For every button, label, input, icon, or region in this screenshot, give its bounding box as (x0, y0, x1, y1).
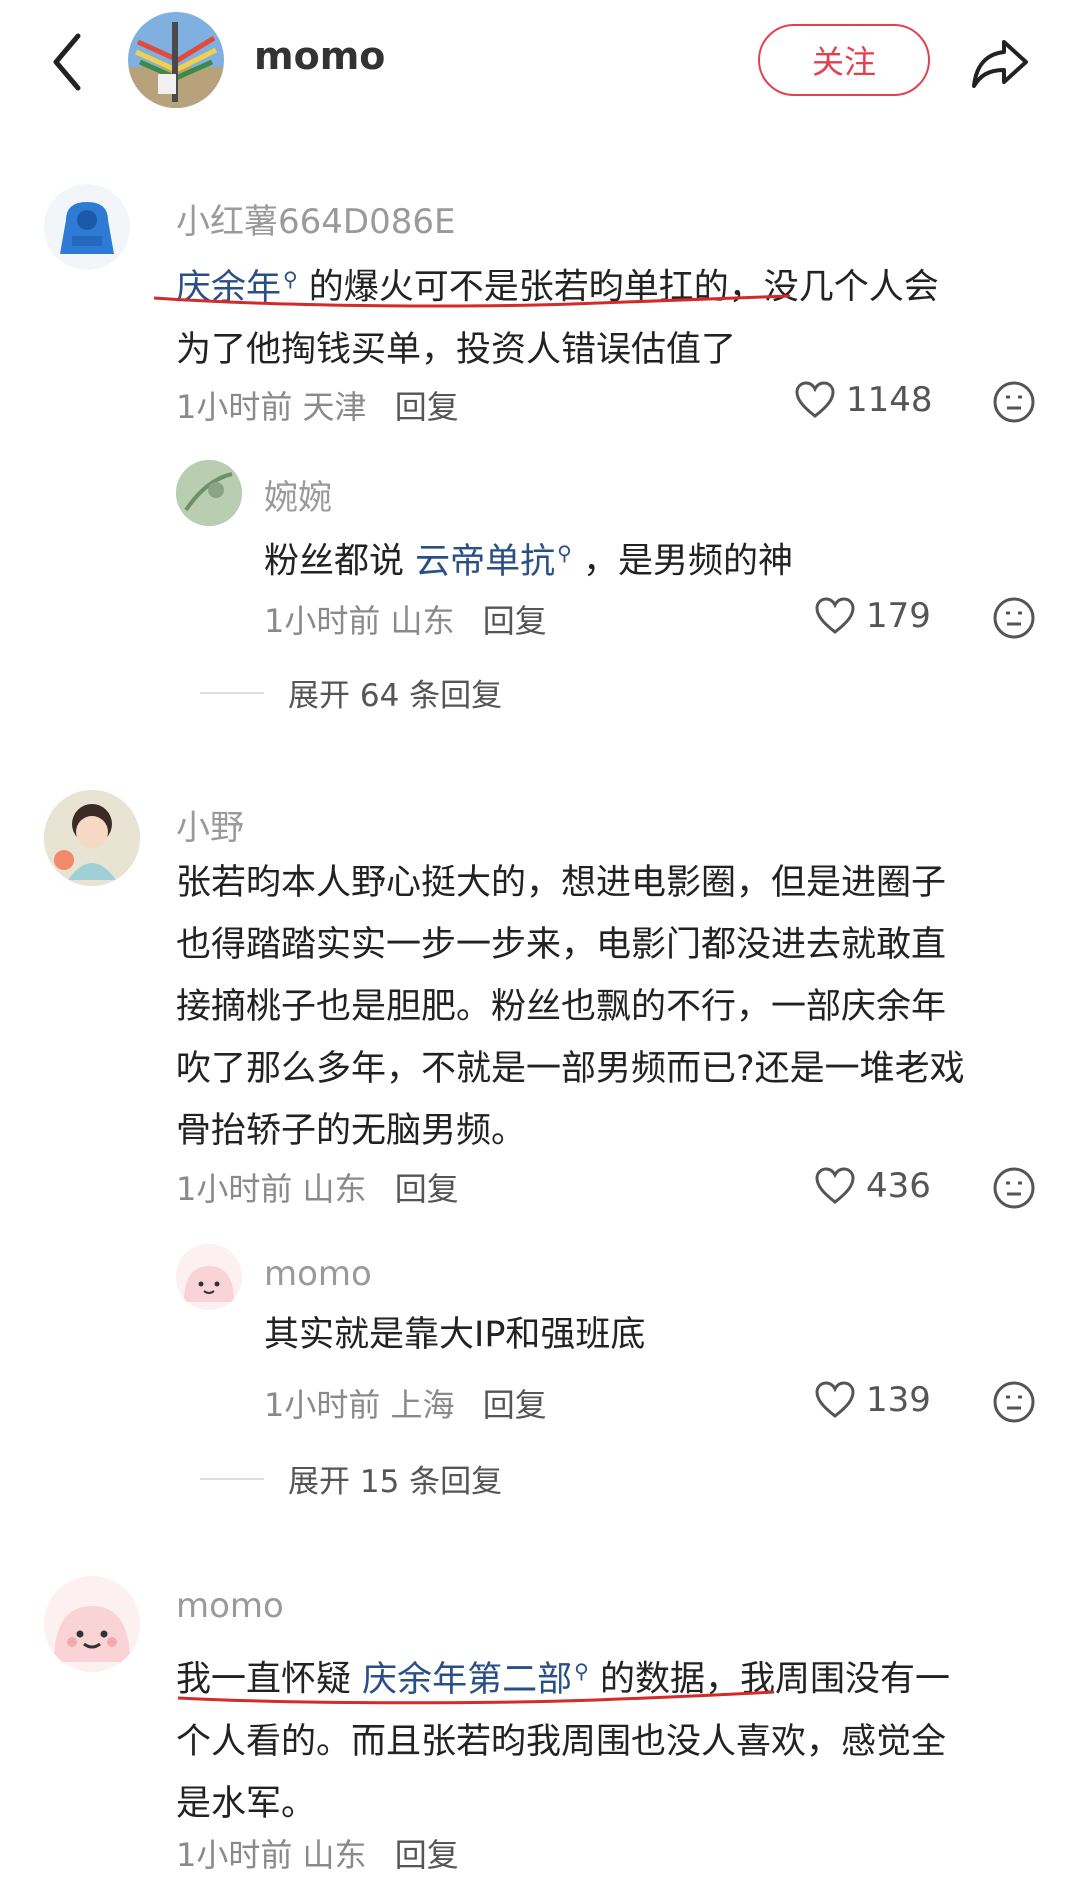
comment-location: 山东 (302, 1170, 367, 1208)
commenter-avatar[interactable] (44, 184, 130, 270)
like-count: 1148 (846, 380, 933, 420)
like-button[interactable]: 179 (814, 596, 931, 636)
reply-avatar[interactable] (176, 460, 242, 526)
reply-time: 1小时前 (264, 602, 381, 640)
author-name[interactable]: momo (254, 34, 385, 78)
commenter-name[interactable]: 小红薯664D086E (176, 194, 455, 243)
reply-button[interactable]: 回复 (483, 602, 547, 640)
comment-time: 1小时前 (176, 388, 293, 426)
reply-location: 山东 (390, 602, 455, 640)
expand-replies-button[interactable]: 展开 15 条回复 (200, 1456, 502, 1501)
back-icon[interactable] (48, 30, 88, 94)
share-icon[interactable] (968, 30, 1032, 94)
like-count: 179 (866, 596, 931, 636)
reply-name[interactable]: momo (264, 1254, 372, 1294)
heart-icon (815, 597, 855, 634)
reply-name[interactable]: 婉婉 (264, 470, 332, 519)
emoji-reaction-icon[interactable] (992, 596, 1036, 640)
search-icon: ⚲ (574, 1659, 589, 1683)
topic-tag[interactable]: 云帝单抗 ⚲ (415, 541, 572, 582)
reply-time: 1小时前 (264, 1386, 381, 1424)
reply-button[interactable]: 回复 (395, 1836, 459, 1874)
follow-button[interactable]: 关注 (758, 24, 930, 96)
red-underline (177, 1690, 775, 1705)
like-count: 139 (866, 1380, 931, 1420)
divider (200, 691, 264, 694)
heart-icon (815, 1381, 855, 1418)
comment-meta: 1小时前 天津 回复 (176, 382, 459, 428)
emoji-reaction-icon[interactable] (992, 1166, 1036, 1210)
emoji-reaction-icon[interactable] (992, 1380, 1036, 1424)
reply-text: 粉丝都说 云帝单抗 ⚲ ，是男频的神 (264, 541, 793, 582)
reply-avatar[interactable] (176, 1244, 242, 1310)
heart-icon (795, 381, 835, 418)
comment-meta: 1小时前 山东 回复 (176, 1830, 459, 1876)
heart-icon (815, 1167, 855, 1204)
search-icon: ⚲ (557, 541, 572, 565)
like-button[interactable]: 436 (814, 1166, 931, 1206)
reply-button[interactable]: 回复 (395, 388, 459, 426)
comment-text: 我一直怀疑 庆余年第二部 ⚲ 的数据，我周围没有一 个人看的。而且张若昀我周围也没… (176, 1659, 950, 1824)
reply-location: 上海 (390, 1386, 455, 1424)
reply-meta: 1小时前 上海 回复 (264, 1380, 547, 1426)
comment-location: 山东 (302, 1836, 367, 1874)
comment-meta: 1小时前 山东 回复 (176, 1164, 459, 1210)
top-bar: momo 关注 (0, 0, 1080, 130)
comment-text: 张若昀本人野心挺大的，想进电影圈，但是进圈子 也得踏踏实实一步一步来，电影门都没… (176, 863, 965, 1151)
like-count: 436 (866, 1166, 931, 1206)
reply-meta: 1小时前 山东 回复 (264, 596, 547, 642)
commenter-name[interactable]: 小野 (176, 800, 244, 849)
like-button[interactable]: 139 (814, 1380, 931, 1420)
reply-button[interactable]: 回复 (483, 1386, 547, 1424)
commenter-name[interactable]: momo (176, 1586, 284, 1626)
comment-location: 天津 (302, 388, 367, 426)
expand-replies-button[interactable]: 展开 64 条回复 (200, 670, 502, 715)
comment-time: 1小时前 (176, 1836, 293, 1874)
like-button[interactable]: 1148 (794, 380, 933, 420)
reply-button[interactable]: 回复 (395, 1170, 459, 1208)
commenter-avatar[interactable] (44, 790, 140, 886)
emoji-reaction-icon[interactable] (992, 380, 1036, 424)
red-underline (153, 294, 791, 308)
reply-text: 其实就是靠大IP和强班底 (264, 1315, 646, 1355)
author-avatar[interactable] (128, 12, 224, 108)
divider (200, 1477, 264, 1480)
commenter-avatar[interactable] (44, 1576, 140, 1672)
comment-time: 1小时前 (176, 1170, 293, 1208)
